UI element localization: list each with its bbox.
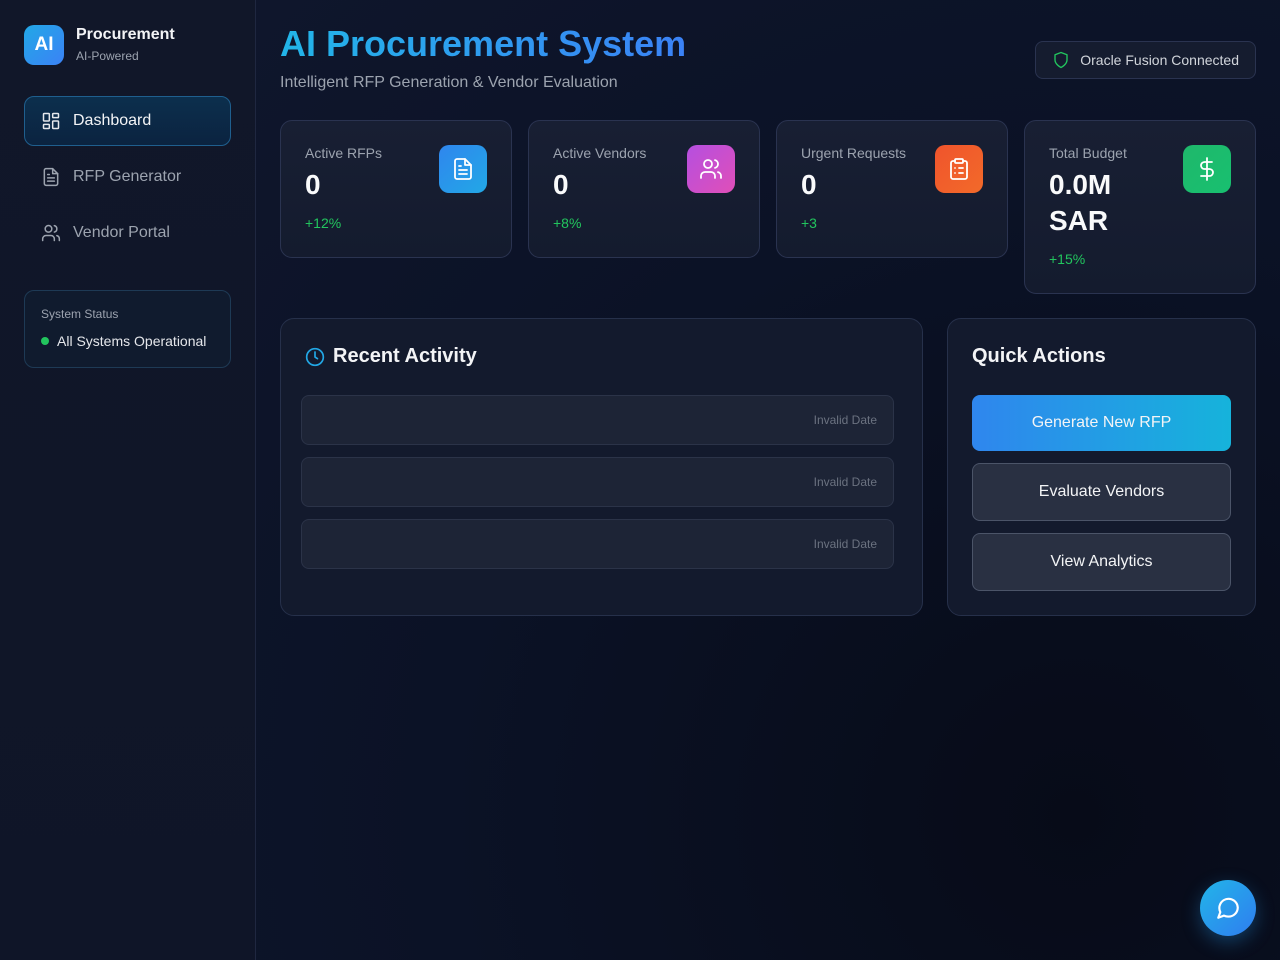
stat-change: +15%	[1049, 251, 1086, 267]
page-subtitle: Intelligent RFP Generation & Vendor Eval…	[280, 74, 618, 91]
system-status-card: System Status All Systems Operational	[24, 290, 231, 368]
stat-icon-badge	[687, 145, 735, 193]
generate-rfp-button[interactable]: Generate New RFP	[972, 395, 1231, 451]
stat-icon-badge	[1183, 145, 1231, 193]
recent-activity-panel: Recent Activity Invalid Date Invalid Dat…	[280, 318, 923, 616]
sidebar-item-label: Dashboard	[73, 112, 152, 129]
activity-item[interactable]: Invalid Date	[301, 519, 894, 569]
stat-value: 0.0M SAR	[1049, 169, 1112, 236]
evaluate-vendors-button[interactable]: Evaluate Vendors	[972, 463, 1231, 521]
stat-card-urgent-requests: Urgent Requests 0 +3	[776, 120, 1008, 258]
sidebar-item-label: Vendor Portal	[73, 224, 170, 241]
recent-activity-title: Recent Activity	[333, 345, 477, 367]
sidebar-item-label: RFP Generator	[73, 168, 182, 185]
sidebar-item-vendor-portal[interactable]: Vendor Portal	[24, 208, 231, 258]
activity-item[interactable]: Invalid Date	[301, 395, 894, 445]
document-icon	[43, 167, 59, 187]
stat-change: +8%	[553, 215, 582, 231]
page-title: AI Procurement System	[280, 23, 687, 64]
brand-subtitle: AI-Powered	[76, 49, 139, 63]
stat-value: 0	[553, 169, 569, 200]
stat-change: +12%	[305, 215, 342, 231]
brand: AI Procurement AI-Powered	[24, 24, 175, 65]
stat-value: 0	[801, 169, 817, 200]
shield-icon	[1054, 51, 1068, 69]
clock-icon	[305, 347, 325, 366]
recent-activity-header: Recent Activity	[305, 345, 477, 368]
activity-date: Invalid Date	[813, 475, 877, 489]
main-content: AI Procurement System Intelligent RFP Ge…	[256, 0, 1280, 960]
sidebar: AI Procurement AI-Powered Dashboard RFP …	[0, 0, 256, 960]
document-icon	[454, 158, 472, 180]
users-icon	[700, 159, 722, 179]
stat-card-active-vendors: Active Vendors 0 +8%	[528, 120, 760, 258]
stat-change: +3	[801, 215, 817, 231]
activity-date: Invalid Date	[813, 537, 877, 551]
oracle-badge-label: Oracle Fusion Connected	[1080, 52, 1239, 68]
activity-list: Invalid Date Invalid Date Invalid Date	[301, 395, 894, 581]
chat-icon	[1217, 897, 1239, 919]
stat-icon-badge	[439, 145, 487, 193]
system-status-text: All Systems Operational	[57, 333, 207, 349]
system-status-title: System Status	[41, 307, 119, 321]
sidebar-nav: Dashboard RFP Generator Vendor Portal	[24, 96, 231, 264]
sidebar-item-dashboard[interactable]: Dashboard	[24, 96, 231, 146]
brand-logo: AI	[24, 24, 64, 65]
status-indicator-dot	[41, 337, 49, 345]
clipboard-icon	[950, 158, 968, 180]
users-icon	[41, 224, 61, 242]
quick-actions-panel: Quick Actions Generate New RFP Evaluate …	[947, 318, 1256, 616]
stat-icon-badge	[935, 145, 983, 193]
stat-card-total-budget: Total Budget 0.0M SAR +15%	[1024, 120, 1256, 294]
chat-button[interactable]	[1200, 880, 1256, 936]
brand-name: Procurement	[76, 26, 175, 43]
dashboard-icon	[42, 112, 60, 130]
sidebar-item-rfp-generator[interactable]: RFP Generator	[24, 152, 231, 202]
activity-date: Invalid Date	[813, 413, 877, 427]
quick-actions-title: Quick Actions	[972, 345, 1106, 367]
dollar-icon	[1200, 157, 1214, 181]
view-analytics-button[interactable]: View Analytics	[972, 533, 1231, 591]
oracle-connection-badge: Oracle Fusion Connected	[1035, 41, 1256, 79]
stat-card-active-rfps: Active RFPs 0 +12%	[280, 120, 512, 258]
activity-item[interactable]: Invalid Date	[301, 457, 894, 507]
stat-value: 0	[305, 169, 321, 200]
